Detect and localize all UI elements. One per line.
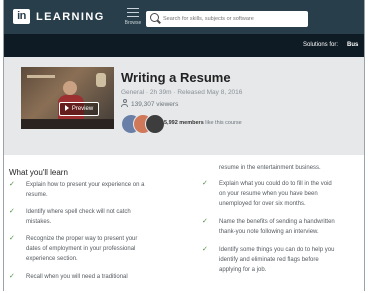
check-icon: ✓: [202, 218, 208, 225]
viewer-count-text: 139,307 viewers: [131, 101, 179, 108]
check-icon: ✓: [9, 181, 15, 188]
course-thumbnail[interactable]: Preview: [21, 67, 114, 129]
learn-item-continuation: resume in the entertainment business.: [219, 165, 321, 171]
members-count: 5,992 members: [164, 120, 204, 126]
learn-item: ✓ Identify where spell check will not cat…: [9, 208, 131, 225]
search-input[interactable]: [163, 11, 303, 27]
viewer-count: 139,307 viewers: [121, 99, 178, 108]
preview-label: Preview: [71, 106, 94, 112]
learn-item: ✓ Name the benefits of sending a handwrit…: [202, 218, 335, 235]
linkedin-logo-icon[interactable]: in: [13, 9, 30, 24]
preview-button[interactable]: Preview: [59, 102, 99, 116]
solutions-business-link[interactable]: Bus: [347, 42, 358, 48]
check-icon: ✓: [9, 273, 15, 280]
page: in LEARNING Browse Solutions for: Bus Pr…: [3, 0, 365, 291]
avatar: [145, 114, 165, 134]
course-title: Writing a Resume: [121, 70, 231, 85]
solutions-label: Solutions for:: [303, 42, 339, 48]
course-meta: General · 2h 39m · Released May 8, 2016: [121, 89, 243, 96]
browse-label: Browse: [124, 20, 142, 26]
menu-icon: [127, 8, 139, 17]
solutions-bar: Solutions for: Bus: [4, 34, 364, 57]
person-icon: [121, 99, 128, 107]
search-icon: [150, 13, 159, 22]
check-icon: ✓: [9, 208, 15, 215]
members-like-text: 5,992 members like this course: [164, 120, 242, 126]
check-icon: ✓: [202, 180, 208, 187]
search-box[interactable]: [146, 11, 308, 27]
check-icon: ✓: [202, 246, 208, 253]
learn-item: ✓ Recognize the proper way to present you…: [9, 235, 138, 262]
top-nav: in LEARNING Browse: [4, 0, 364, 34]
learn-item: ✓ Recall when you will need a traditional: [9, 273, 128, 280]
brand-name[interactable]: LEARNING: [36, 11, 105, 23]
learn-item: ✓ Identify some things you can do to help…: [202, 246, 335, 273]
learn-heading: What you'll learn: [9, 168, 68, 177]
members-suffix: like this course: [205, 120, 242, 126]
play-icon: [64, 104, 69, 111]
learn-item: ✓ Explain what you could do to fill in th…: [202, 180, 332, 207]
browse-button[interactable]: Browse: [120, 6, 146, 30]
learn-item: ✓ Explain how to present your experience …: [9, 181, 145, 198]
check-icon: ✓: [9, 235, 15, 242]
course-header: Preview Writing a Resume General · 2h 39…: [4, 57, 364, 155]
